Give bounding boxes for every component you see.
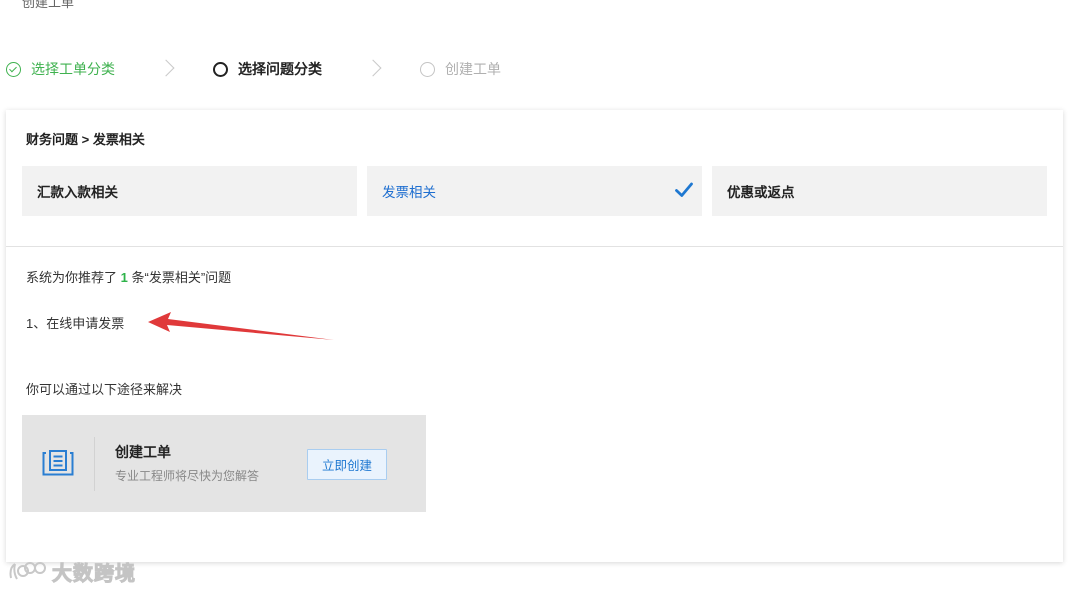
watermark-logo-icon (9, 562, 46, 580)
red-arrow-annotation (148, 312, 334, 340)
watermark-text: 大数跨境 (52, 562, 136, 585)
watermark: 大数跨境 (8, 556, 136, 586)
